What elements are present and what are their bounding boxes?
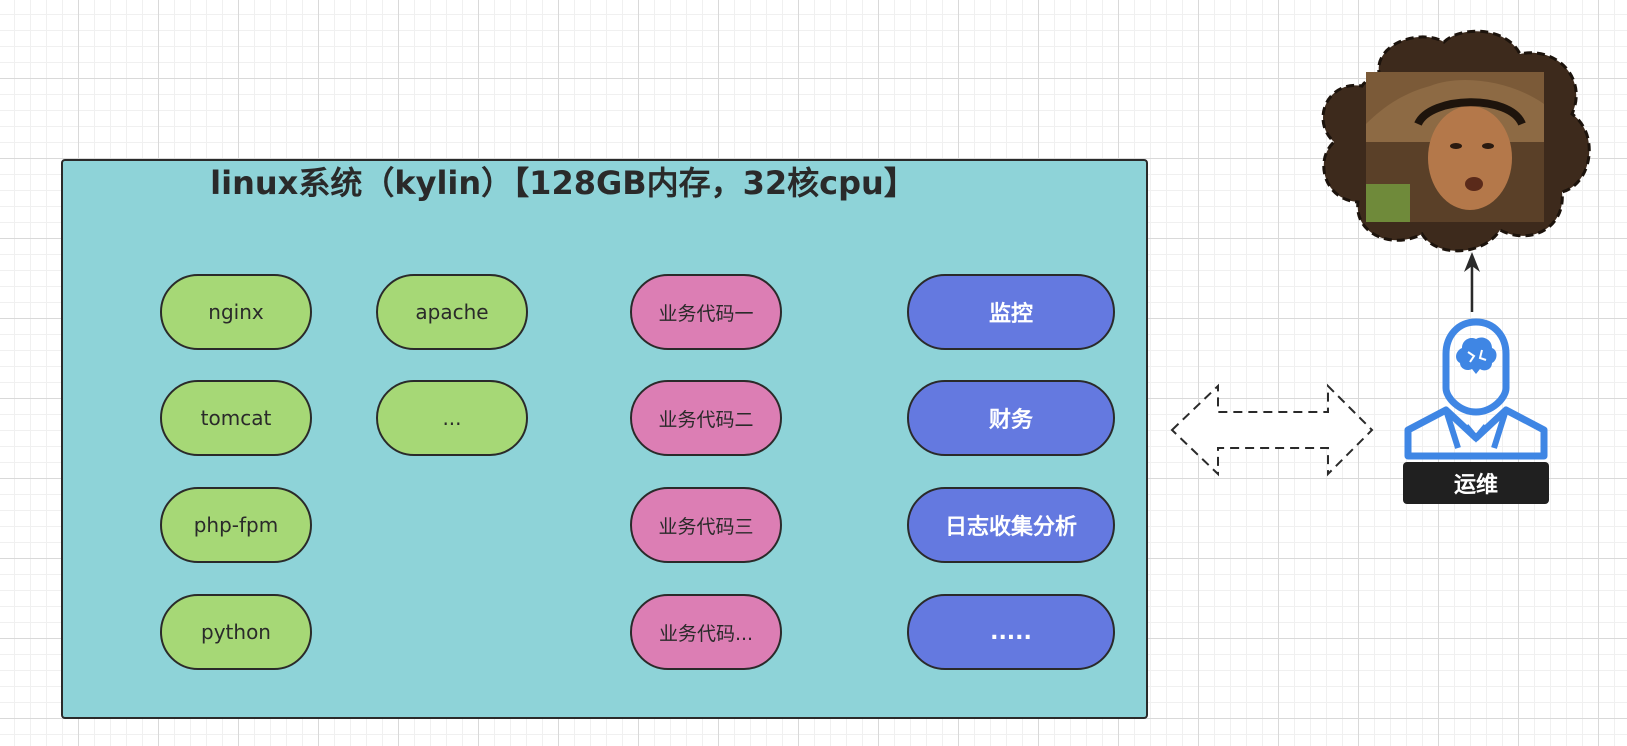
app-more[interactable]: ..... [907, 594, 1115, 670]
brain-person-icon [1404, 318, 1548, 460]
service-php-fpm[interactable]: php-fpm [160, 487, 312, 563]
app-finance[interactable]: 财务 [907, 380, 1115, 456]
system-title: linux系统（kylin）【128GB内存，32核cpu】 [210, 164, 916, 202]
service-apache[interactable]: apache [376, 274, 528, 350]
ops-person [1400, 318, 1552, 465]
business-code-1[interactable]: 业务代码一 [630, 274, 782, 350]
cloud-photo [1310, 24, 1596, 265]
service-tomcat[interactable]: tomcat [160, 380, 312, 456]
business-code-2[interactable]: 业务代码二 [630, 380, 782, 456]
app-log-analysis[interactable]: 日志收集分析 [907, 487, 1115, 563]
service-python[interactable]: python [160, 594, 312, 670]
service-nginx[interactable]: nginx [160, 274, 312, 350]
linux-system-box: linux系统（kylin）【128GB内存，32核cpu】 nginx apa… [61, 159, 1148, 719]
cloud-photo-icon [1321, 29, 1591, 253]
service-more[interactable]: ... [376, 380, 528, 456]
ops-label: 运维 [1403, 462, 1549, 504]
app-monitoring[interactable]: 监控 [907, 274, 1115, 350]
double-arrow-icon [1170, 383, 1374, 477]
business-code-more[interactable]: 业务代码... [630, 594, 782, 670]
business-code-3[interactable]: 业务代码三 [630, 487, 782, 563]
bidirectional-arrow [1170, 382, 1374, 483]
